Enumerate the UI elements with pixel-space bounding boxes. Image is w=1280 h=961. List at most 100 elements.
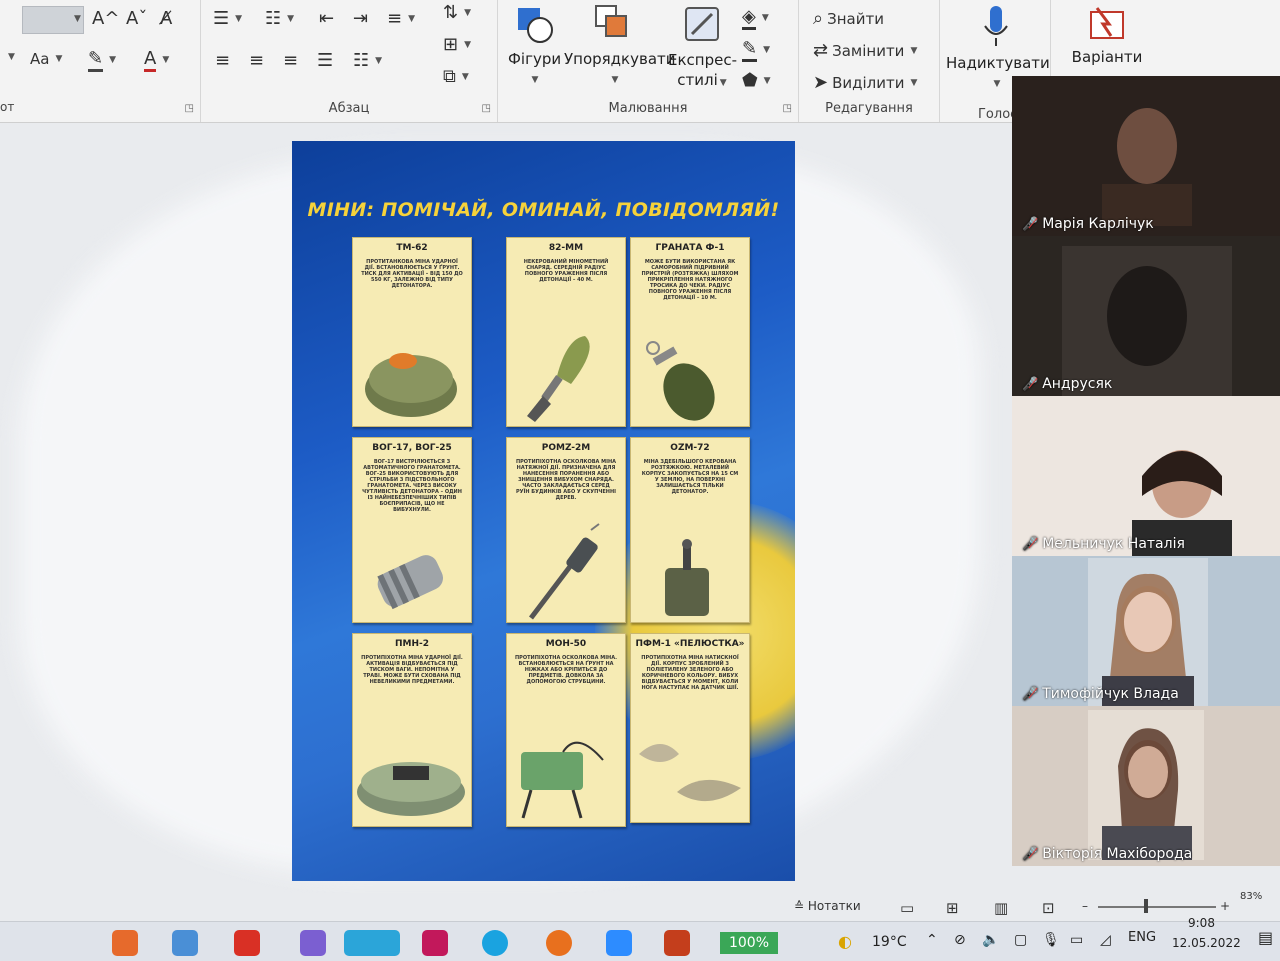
zoom-percent[interactable]: 83% [1240,891,1262,902]
mine-card: ТМ-62 ПРОТИТАНКОВА МІНА УДАРНОЇ ДІЇ. ВСТ… [352,237,472,427]
battery-badge[interactable]: 100% [720,932,778,954]
shapes-button[interactable]: Фігури ▼ [508,4,561,86]
align-right-icon[interactable]: ≡ [283,50,298,71]
tm62-mine-icon [365,353,457,417]
pfm1-mine-icon [639,744,741,802]
align-text-icon[interactable]: ⊞ ▼ [443,34,471,55]
chevron-down-icon[interactable]: ▼ [6,52,15,62]
participant-video [1102,108,1192,226]
participant-tile[interactable]: 🎤̸ Марія Карлічук [1012,76,1280,236]
chevron-down-icon[interactable]: ▼ [74,14,81,24]
card-description: ПРОТИПІХОТНА МІНА УДАРНОЇ ДІЇ. АКТИВАЦІЯ… [361,655,463,685]
mic-muted-icon: 🎤̸ [1022,536,1039,552]
notifications-icon[interactable]: ▤ [1258,928,1273,947]
participant-tile[interactable]: 🎤̸ Вікторія Махіборода [1012,706,1280,866]
language-indicator[interactable]: ENG [1128,930,1156,945]
participant-name-label: 🎤̸ Вікторія Махіборода [1022,846,1193,862]
variants-button[interactable]: Варіанти [1065,6,1149,66]
clock-date[interactable]: 12.05.2022 [1172,936,1241,950]
reading-view-icon[interactable]: ▥ [994,899,1008,917]
card-title: ГРАНАТА Ф-1 [655,243,725,253]
shape-outline-icon[interactable]: ✎ ▼ [742,38,770,62]
arrange-button[interactable]: Упорядкувати ▼ [564,4,676,86]
slide-poster[interactable]: МІНИ: ПОМІЧАЙ, ОМИНАЙ, ПОВІДОМЛЯЙ! ТМ-62… [292,141,795,881]
numbering-icon[interactable]: ☷ ▼ [265,8,294,29]
change-case-button[interactable]: Aa ▼ [30,50,62,68]
align-center-icon[interactable]: ≡ [249,50,264,71]
bullets-icon[interactable]: ☰ ▼ [213,8,242,29]
participant-tile[interactable]: 🎤̸ Андрусяк [1012,236,1280,396]
select-button[interactable]: ➤ Виділити ▼ [813,72,917,93]
vog-grenade-icon [377,555,444,610]
app-icon[interactable] [112,930,138,956]
replace-button[interactable]: ⇄ Замінити ▼ [813,40,917,61]
smartart-icon[interactable]: ⧉ ▼ [443,66,469,87]
chevron-up-icon[interactable]: ⌃ [926,932,938,948]
zoom-in-button[interactable]: + [1220,899,1230,913]
slide-sorter-icon[interactable]: ⊞ [946,899,959,917]
dialog-launcher-icon[interactable]: ◳ [482,103,491,114]
drawing-group: Фігури ▼ Упорядкувати ▼ Експрес-стилі ▼ ◈ ▼ … [498,0,799,122]
dialog-launcher-icon[interactable]: ◳ [783,103,792,114]
mic-muted-icon: 🎤̸ [1022,846,1039,862]
line-spacing-icon[interactable]: ≡ ▼ [387,8,415,29]
decrease-indent-icon[interactable]: ⇤ [319,8,334,29]
gmail-icon[interactable] [234,930,260,956]
app-icon[interactable] [172,930,198,956]
volume-icon[interactable]: 🔈 [982,932,999,948]
zoom-slider[interactable] [1098,906,1216,908]
card-title: ТМ-62 [396,243,428,253]
align-left-icon[interactable]: ≡ [215,50,230,71]
mon50-mine-icon [521,741,604,819]
increase-indent-icon[interactable]: ⇥ [353,8,368,29]
participant-tile[interactable]: 🎤̸ Тимофійчук Влада [1012,556,1280,706]
clear-format-icon[interactable]: A̸ [160,8,172,29]
font-color-icon[interactable]: A ▼ [144,48,169,72]
weather-temp[interactable]: 19°C [872,934,907,950]
telegram-icon[interactable] [344,930,400,956]
text-direction-icon[interactable]: ⇅ ▼ [443,2,471,23]
paragraph-group: ☰ ▼ ☷ ▼ ⇤ ⇥ ≡ ▼ ⇅ ▼ ⊞ ▼ ⧉ ▼ ≡ ≡ ≡ ☰ ☷ ▼ Абзац ◳ [201,0,498,122]
highlight-icon[interactable]: ✎ ▼ [88,48,116,72]
powerpoint-icon[interactable] [664,930,690,956]
participant-tile[interactable]: 🎤̸ Мельничук Наталія [1012,396,1280,556]
mine-card: 82-ММ НЕКЕРОВАНИЙ МІНОМЕТНИЙ СНАРЯД. СЕР… [506,237,626,427]
zoom-slider-thumb[interactable] [1144,899,1148,913]
normal-view-icon[interactable]: ▭ [900,899,914,917]
network-icon[interactable]: ⊘ [954,932,966,948]
justify-icon[interactable]: ☰ [317,50,333,71]
card-description: ПРОТИПІХОТНА ОСКОЛКОВА МІНА НАТЯЖНОЇ ДІЇ… [515,459,617,501]
shrink-font-button[interactable]: Aˇ [126,8,147,29]
microphone-icon[interactable]: 🎙 [1042,932,1060,948]
card-description: ПРОТИТАНКОВА МІНА УДАРНОЇ ДІЇ. ВСТАНОВЛЮ… [361,259,463,289]
slideshow-icon[interactable]: ⊡ [1042,899,1055,917]
participant-video [1088,558,1208,706]
quick-styles-button[interactable]: Експрес-стилі ▼ [668,4,737,93]
clock-time[interactable]: 9:08 [1188,916,1215,930]
firefox-icon[interactable] [546,930,572,956]
dialog-launcher-icon[interactable]: ◳ [185,103,194,114]
shape-fill-icon[interactable]: ◈ ▼ [742,6,769,30]
shape-effects-icon[interactable]: ⬟ ▼ [742,70,771,91]
device-icon[interactable]: ▢ [1014,932,1027,948]
weather-icon: ◐ [838,932,852,951]
notes-button[interactable]: ≙ Нотатки [794,899,861,913]
notes-icon: ≙ [794,899,805,913]
grenade-icon [646,341,715,421]
zoom-app-icon[interactable] [606,930,632,956]
battery-icon[interactable]: ▭ [1070,932,1083,948]
card-title: ПФМ-1 «ПЕЛЮСТКА» [635,639,745,649]
app-icon[interactable] [422,930,448,956]
grow-font-button[interactable]: A^ [92,8,119,29]
app-icon[interactable] [300,930,326,956]
columns-icon[interactable]: ☷ ▼ [353,50,382,71]
video-participants-panel: 🎤̸ Марія Карлічук 🎤̸ Андрусяк 🎤̸ Мельничук … [1012,76,1280,866]
app-icon[interactable] [482,930,508,956]
cursor-icon: ➤ [813,72,829,93]
mortar-shell-icon [527,336,590,422]
wifi-icon[interactable]: ◿ [1100,932,1111,948]
find-button[interactable]: ⌕ Знайти [813,8,884,29]
participant-video [1062,246,1232,396]
card-title: ВОГ-17, ВОГ-25 [372,443,452,453]
zoom-out-button[interactable]: – [1082,899,1088,913]
